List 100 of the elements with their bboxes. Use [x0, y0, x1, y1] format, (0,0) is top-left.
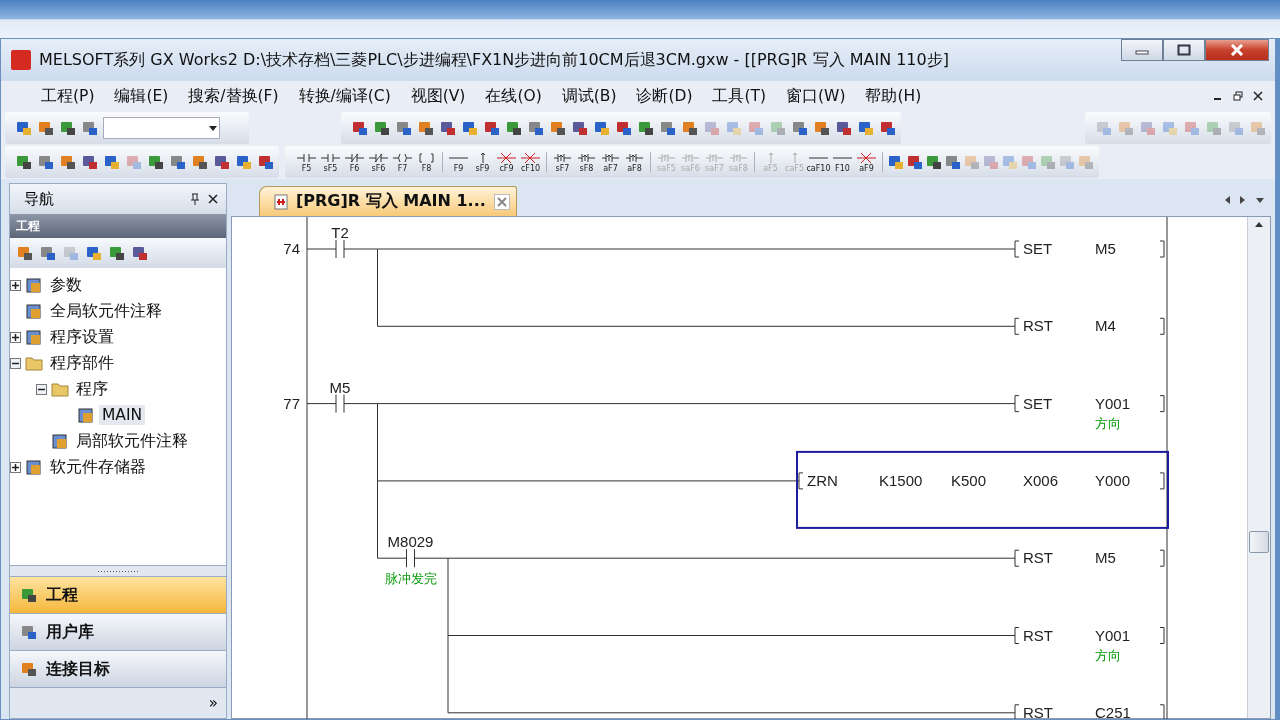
toolbar-icon[interactable]	[925, 153, 943, 171]
more-button[interactable]: »	[208, 694, 218, 712]
toolbar-icon[interactable]	[257, 153, 275, 171]
dropdown-field[interactable]	[103, 117, 220, 139]
ladder-symbol-button[interactable]: F10	[831, 151, 854, 173]
tree-item[interactable]: 参数	[47, 273, 85, 297]
view-button[interactable]: 连接目标	[10, 650, 226, 687]
menu-item[interactable]: 编辑(E)	[104, 85, 179, 107]
toolbar-icon[interactable]	[835, 119, 853, 137]
toolbar-icon[interactable]	[20, 586, 38, 604]
close-icon[interactable]	[1253, 91, 1263, 101]
toolbar-icon[interactable]	[20, 623, 38, 641]
toolbar-icon[interactable]	[813, 119, 831, 137]
toolbar-icon[interactable]	[791, 119, 809, 137]
ladder-symbol-button[interactable]: sF9	[471, 151, 494, 173]
ladder-symbol-button[interactable]: sF7	[551, 151, 574, 173]
toolbar-icon[interactable]	[59, 119, 77, 137]
tree-item[interactable]: 程序设置	[47, 325, 117, 349]
toolbar-icon[interactable]	[85, 244, 103, 262]
toolbar-icon[interactable]	[131, 244, 149, 262]
ladder-symbol-button[interactable]: caF10	[807, 151, 830, 173]
toolbar-icon[interactable]	[461, 119, 479, 137]
toolbar-icon[interactable]	[20, 660, 38, 678]
ladder-symbol-button[interactable]: F5	[295, 151, 318, 173]
ladder-symbol-button[interactable]: aF9	[855, 151, 878, 173]
toolbar-icon[interactable]	[81, 153, 99, 171]
toolbar-icon[interactable]	[351, 119, 369, 137]
ladder-symbol-button[interactable]: cF9	[495, 151, 518, 173]
toolbar-icon[interactable]	[879, 119, 897, 137]
toolbar-icon[interactable]	[681, 119, 699, 137]
toolbar-icon[interactable]	[39, 244, 57, 262]
tree-item[interactable]: 局部软元件注释	[73, 429, 191, 453]
toolbar-icon[interactable]	[483, 119, 501, 137]
tree-item[interactable]: 软元件存储器	[47, 455, 149, 479]
tree-item[interactable]: 全局软元件注释	[47, 299, 165, 323]
toolbar-icon[interactable]	[615, 119, 633, 137]
menu-item[interactable]: 转换/编译(C)	[288, 85, 401, 107]
ladder-symbol-button[interactable]: aF8	[623, 151, 646, 173]
toolbar-icon[interactable]	[15, 119, 33, 137]
close-icon[interactable]	[208, 194, 218, 204]
toolbar-icon[interactable]	[59, 153, 77, 171]
restore-icon[interactable]	[1233, 91, 1243, 101]
toolbar-icon[interactable]	[81, 119, 99, 137]
minimize-button[interactable]	[1121, 39, 1163, 61]
ladder-symbol-button[interactable]: F7	[391, 151, 414, 173]
toolbar-icon[interactable]	[637, 119, 655, 137]
toolbar-icon[interactable]	[169, 153, 187, 171]
menu-item[interactable]: 调试(B)	[551, 85, 627, 107]
expand-toggle[interactable]	[10, 461, 21, 473]
ladder-symbol-button[interactable]: F8	[415, 151, 438, 173]
toolbar-icon[interactable]	[16, 244, 34, 262]
ladder-symbol-button[interactable]: cF10	[519, 151, 542, 173]
toolbar-icon[interactable]	[395, 119, 413, 137]
toolbar-icon[interactable]	[235, 153, 253, 171]
editor-tab[interactable]: [PRG]R 写入 MAIN 1...	[259, 186, 517, 216]
toolbar-icon[interactable]	[571, 119, 589, 137]
menu-item[interactable]: 在线(O)	[475, 85, 552, 107]
ladder-symbol-button[interactable]: aF7	[599, 151, 622, 173]
toolbar-icon[interactable]	[505, 119, 523, 137]
toolbar-icon[interactable]	[37, 153, 55, 171]
toolbar-icon[interactable]	[887, 153, 905, 171]
ladder-symbol-button[interactable]: sF8	[575, 151, 598, 173]
menu-item[interactable]: 搜索/替换(F)	[178, 85, 289, 107]
toolbar-icon[interactable]	[659, 119, 677, 137]
menu-item[interactable]: 窗口(W)	[776, 85, 856, 107]
toolbar-icon[interactable]	[944, 153, 962, 171]
menu-item[interactable]: 视图(V)	[400, 85, 476, 107]
menu-item[interactable]: 帮助(H)	[855, 85, 932, 107]
pin-icon[interactable]	[190, 193, 200, 205]
expand-toggle[interactable]	[36, 383, 47, 395]
toolbar-icon[interactable]	[527, 119, 545, 137]
expand-toggle[interactable]	[10, 279, 21, 291]
maximize-button[interactable]	[1163, 39, 1205, 61]
expand-toggle[interactable]	[10, 357, 21, 369]
scroll-left-icon[interactable]	[1223, 194, 1231, 205]
toolbar-icon[interactable]	[593, 119, 611, 137]
ladder-symbol-button[interactable]: sF6	[367, 151, 390, 173]
ladder-symbol-button[interactable]: F9	[447, 151, 470, 173]
tree-item[interactable]: 程序	[73, 377, 111, 401]
close-button[interactable]	[1205, 39, 1269, 61]
menu-item[interactable]: 工具(T)	[702, 85, 777, 107]
toolbar-icon[interactable]	[417, 119, 435, 137]
toolbar-icon[interactable]	[103, 153, 121, 171]
toolbar-icon[interactable]	[37, 119, 55, 137]
menu-item[interactable]: 诊断(D)	[626, 85, 703, 107]
toolbar-icon[interactable]	[213, 153, 231, 171]
ladder-symbol-button[interactable]: sF5	[319, 151, 342, 173]
view-button[interactable]: 用户库	[10, 613, 226, 650]
scrollbar-thumb[interactable]	[1249, 531, 1269, 553]
menu-item[interactable]: 工程(P)	[31, 85, 105, 107]
toolbar-icon[interactable]	[857, 119, 875, 137]
ladder-symbol-button[interactable]: F6	[343, 151, 366, 173]
toolbar-icon[interactable]	[108, 244, 126, 262]
toolbar-icon[interactable]	[439, 119, 457, 137]
expand-toggle[interactable]	[10, 331, 21, 343]
view-button[interactable]: 工程	[10, 576, 226, 613]
scroll-right-icon[interactable]	[1239, 194, 1247, 205]
grip-icon[interactable]	[98, 569, 138, 573]
toolbar-icon[interactable]	[906, 153, 924, 171]
toolbar-icon[interactable]	[191, 153, 209, 171]
